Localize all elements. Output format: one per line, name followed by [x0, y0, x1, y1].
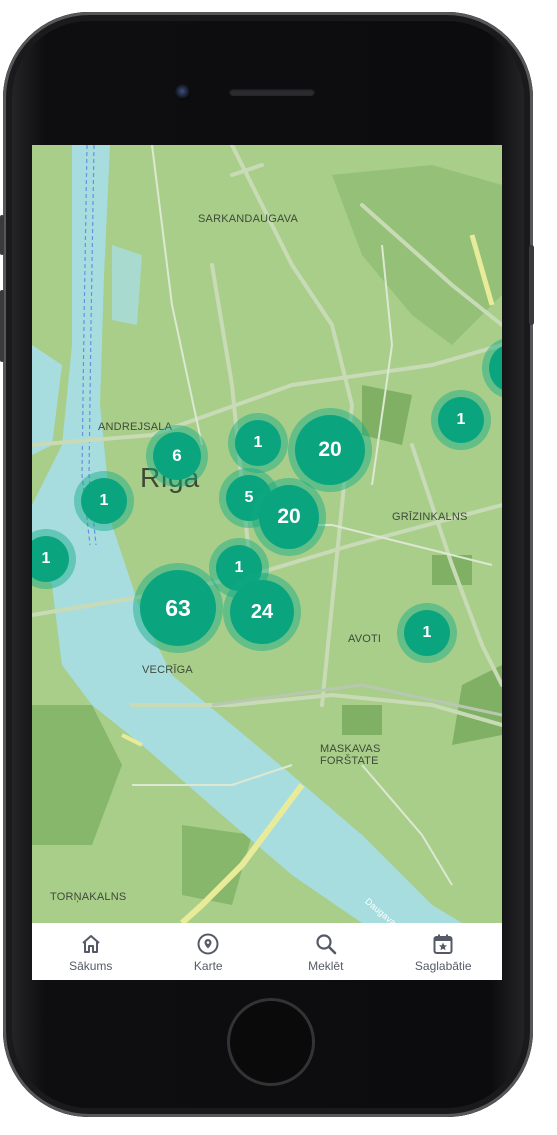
place-label-tornakalns: TORŅAKALNS: [50, 891, 127, 903]
map-cluster-marker[interactable]: 20: [259, 485, 319, 549]
map-cluster-marker[interactable]: 63: [140, 570, 216, 646]
tab-label: Karte: [193, 959, 223, 973]
speaker-grille: [229, 88, 315, 96]
power-button[interactable]: [529, 245, 534, 325]
map-view[interactable]: SARKANDAUGAVA ANDREJSALA Rīga GRĪZINKALN…: [32, 145, 502, 928]
tab-saglabatie[interactable]: Saglabātie: [385, 923, 503, 980]
map-cluster-marker[interactable]: 6: [153, 432, 201, 480]
mute-switch[interactable]: [0, 215, 4, 255]
place-label-grizinkalns: GRĪZINKALNS: [392, 511, 468, 523]
map-cluster-marker[interactable]: 1: [438, 397, 484, 443]
tab-sakums[interactable]: Sākums: [32, 923, 150, 980]
home-button[interactable]: [227, 998, 315, 1086]
calendar-star-icon: [430, 931, 456, 957]
home-icon: [78, 931, 104, 957]
search-icon: [313, 931, 339, 957]
map-cluster-marker[interactable]: 20: [295, 415, 365, 485]
tab-meklet[interactable]: Meklēt: [267, 923, 385, 980]
app-screen: SARKANDAUGAVA ANDREJSALA Rīga GRĪZINKALN…: [32, 145, 502, 980]
place-label-andrejsala: ANDREJSALA: [98, 421, 173, 433]
place-label-avoti: AVOTI: [348, 633, 382, 645]
place-label-sarkandaugava: SARKANDAUGAVA: [198, 213, 298, 225]
volume-up-button[interactable]: [0, 290, 4, 362]
map-cluster-marker[interactable]: 1: [81, 478, 127, 524]
tab-label: Saglabātie: [414, 959, 472, 973]
place-label-vecriga: VECRĪGA: [142, 664, 193, 676]
place-label-maskavas-forstate: MASKAVAS FORŠTATE: [320, 743, 381, 767]
map-cluster-marker[interactable]: 1: [235, 420, 281, 466]
tab-label: Meklēt: [308, 959, 344, 973]
map-cluster-marker[interactable]: 24: [230, 580, 294, 644]
tab-label: Sākums: [69, 959, 113, 973]
map-cluster-marker[interactable]: 1: [404, 610, 450, 656]
bottom-tab-bar: Sākums Karte Meklēt Saglabātie: [32, 923, 502, 980]
map-pin-icon: [195, 931, 221, 957]
tab-karte[interactable]: Karte: [150, 923, 268, 980]
camera-icon: [175, 84, 191, 100]
